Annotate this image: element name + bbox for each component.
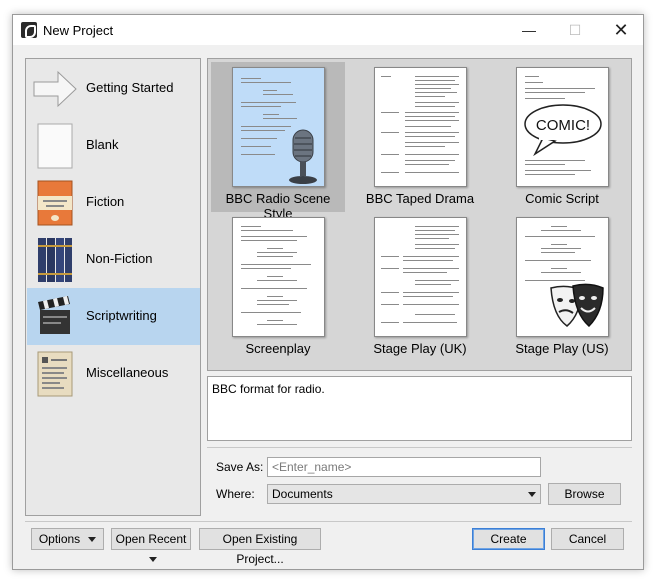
category-label: Blank (86, 137, 119, 152)
template-thumbnail (516, 217, 609, 337)
svg-text:COMIC!: COMIC! (536, 117, 590, 134)
template-label: Stage Play (UK) (373, 341, 467, 356)
where-label: Where: (216, 487, 255, 501)
speech-bubble-icon: COMIC! (524, 104, 602, 156)
template-thumbnail: COMIC! (516, 67, 609, 187)
maximize-icon[interactable]: ☐ (552, 15, 598, 45)
where-dropdown[interactable]: Documents (267, 484, 541, 504)
template-label: Comic Script (525, 191, 599, 206)
template-grid: BBC Radio Scene Style BBC Taped Drama CO… (207, 58, 632, 371)
scrivener-app-icon (21, 22, 37, 38)
template-comic-script[interactable]: COMIC! Comic Script (495, 62, 629, 212)
cancel-button[interactable]: Cancel (551, 528, 624, 550)
template-bbc-taped-drama[interactable]: BBC Taped Drama (353, 62, 487, 212)
save-as-label: Save As: (216, 460, 264, 474)
category-blank[interactable]: Blank (27, 117, 200, 174)
theatre-masks-icon (550, 283, 604, 328)
where-value: Documents (272, 487, 333, 501)
clapperboard-icon (37, 294, 73, 340)
template-label: BBC Taped Drama (365, 191, 475, 206)
open-recent-label: Open Recent (115, 532, 187, 546)
category-label: Scriptwriting (86, 308, 157, 323)
books-icon (37, 237, 73, 283)
category-scriptwriting[interactable]: Scriptwriting (27, 288, 200, 345)
create-button[interactable]: Create (472, 528, 545, 550)
script-page-icon (374, 67, 467, 187)
category-list: Getting Started Blank Fiction Non-Fictio… (25, 58, 201, 516)
open-existing-project-button[interactable]: Open Existing Project... (199, 528, 321, 566)
template-label: Screenplay (245, 341, 311, 356)
browse-button[interactable]: Browse (548, 483, 621, 505)
script-page-icon (232, 217, 325, 337)
category-non-fiction[interactable]: Non-Fiction (27, 231, 200, 288)
options-button[interactable]: Options (31, 528, 104, 550)
open-recent-button[interactable]: Open Recent (111, 528, 191, 563)
chevron-down-icon (148, 557, 157, 563)
close-icon[interactable]: ✕ (598, 15, 644, 45)
chevron-down-icon (528, 492, 536, 497)
category-label: Non-Fiction (86, 251, 153, 266)
divider (207, 447, 632, 448)
new-project-window: New Project — ☐ ✕ Getting Started Blank (12, 14, 644, 570)
template-bbc-radio-scene-style[interactable]: BBC Radio Scene Style (211, 62, 345, 221)
category-getting-started[interactable]: Getting Started (27, 60, 200, 117)
window-title: New Project (43, 23, 114, 38)
template-stage-play-us[interactable]: Stage Play (US) (495, 212, 629, 362)
book-icon (37, 180, 73, 226)
chevron-down-icon (88, 537, 97, 543)
notes-icon (37, 351, 73, 397)
category-label: Miscellaneous (86, 365, 169, 380)
save-as-input[interactable] (267, 457, 541, 477)
category-fiction[interactable]: Fiction (27, 174, 200, 231)
template-label: Stage Play (US) (515, 341, 609, 356)
template-screenplay[interactable]: Screenplay (211, 212, 345, 362)
microphone-icon (289, 129, 317, 184)
script-page-icon (374, 217, 467, 337)
title-bar: New Project — ☐ ✕ (13, 15, 643, 45)
category-label: Getting Started (86, 80, 174, 95)
blank-page-icon (37, 123, 73, 169)
category-label: Fiction (86, 194, 125, 209)
template-description: BBC format for radio. (207, 376, 632, 441)
options-label: Options (38, 532, 81, 546)
template-thumbnail (232, 67, 325, 187)
minimize-icon[interactable]: — (506, 15, 552, 45)
arrow-icon (33, 66, 77, 112)
divider (25, 521, 632, 522)
template-stage-play-uk[interactable]: Stage Play (UK) (353, 212, 487, 362)
category-miscellaneous[interactable]: Miscellaneous (27, 345, 200, 402)
